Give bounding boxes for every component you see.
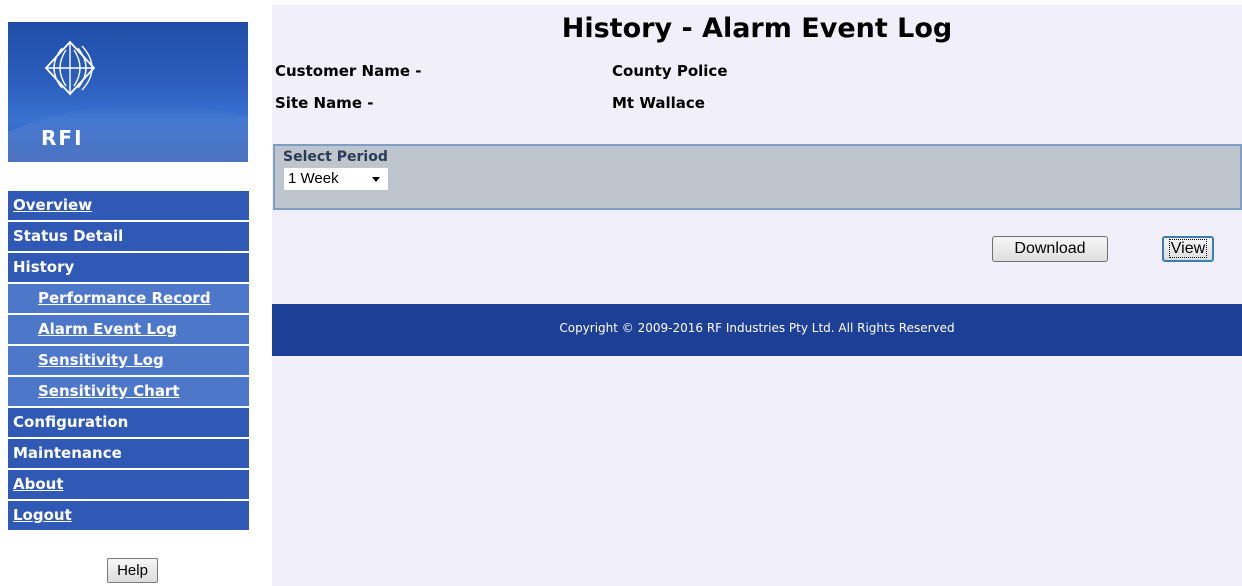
copyright-text: Copyright © 2009-2016 RF Industries Pty … — [559, 321, 955, 335]
nav-item-label: Maintenance — [13, 444, 122, 462]
nav-item-maintenance[interactable]: Maintenance — [8, 439, 249, 468]
nav-item-sensitivity-log[interactable]: Sensitivity Log — [8, 346, 249, 375]
nav-item-label: Configuration — [13, 413, 129, 431]
download-button[interactable]: Download — [992, 236, 1108, 262]
nav-item-label: Logout — [13, 506, 72, 524]
nav-item-about[interactable]: About — [8, 470, 249, 499]
page-title: History - Alarm Event Log — [561, 13, 953, 44]
period-select-value: 1 Week — [288, 170, 339, 187]
nav-item-history[interactable]: History — [8, 253, 249, 282]
nav-item-label: Overview — [13, 196, 93, 214]
view-button-label: View — [1168, 239, 1208, 258]
nav-item-label: Sensitivity Chart — [38, 382, 180, 400]
main-content: History - Alarm Event Log Customer Name … — [272, 5, 1242, 586]
nav-item-label: Sensitivity Log — [38, 351, 164, 369]
help-button[interactable]: Help — [107, 558, 158, 583]
nav-item-label: History — [13, 258, 75, 276]
nav-item-performance-record[interactable]: Performance Record — [8, 284, 249, 313]
nav-item-configuration[interactable]: Configuration — [8, 408, 249, 437]
site-name-value: Mt Wallace — [612, 94, 705, 112]
nav-item-label: About — [13, 475, 64, 493]
logo-text: RFI — [41, 126, 84, 150]
nav-item-alarm-event-log[interactable]: Alarm Event Log — [8, 315, 249, 344]
select-period-label: Select Period — [283, 149, 388, 165]
download-button-label: Download — [1014, 240, 1086, 257]
view-button[interactable]: View — [1162, 236, 1214, 262]
rfi-logo: RFI — [8, 22, 248, 162]
nav-item-sensitivity-chart[interactable]: Sensitivity Chart — [8, 377, 249, 406]
sidebar-nav: Overview Status Detail History Performan… — [8, 191, 249, 532]
nav-item-label: Status Detail — [13, 227, 124, 245]
customer-name-value: County Police — [612, 62, 728, 80]
footer: Copyright © 2009-2016 RF Industries Pty … — [272, 304, 1242, 356]
nav-item-label: Alarm Event Log — [38, 320, 177, 338]
select-period-panel: Select Period 1 Week — [273, 144, 1242, 210]
nav-item-label: Performance Record — [38, 289, 211, 307]
dropdown-arrow-icon — [372, 177, 380, 182]
nav-item-status-detail[interactable]: Status Detail — [8, 222, 249, 251]
period-select[interactable]: 1 Week — [284, 168, 388, 190]
nav-item-logout[interactable]: Logout — [8, 501, 249, 530]
nav-item-overview[interactable]: Overview — [8, 191, 249, 220]
customer-name-label: Customer Name - — [275, 62, 422, 80]
site-name-label: Site Name - — [275, 94, 374, 112]
